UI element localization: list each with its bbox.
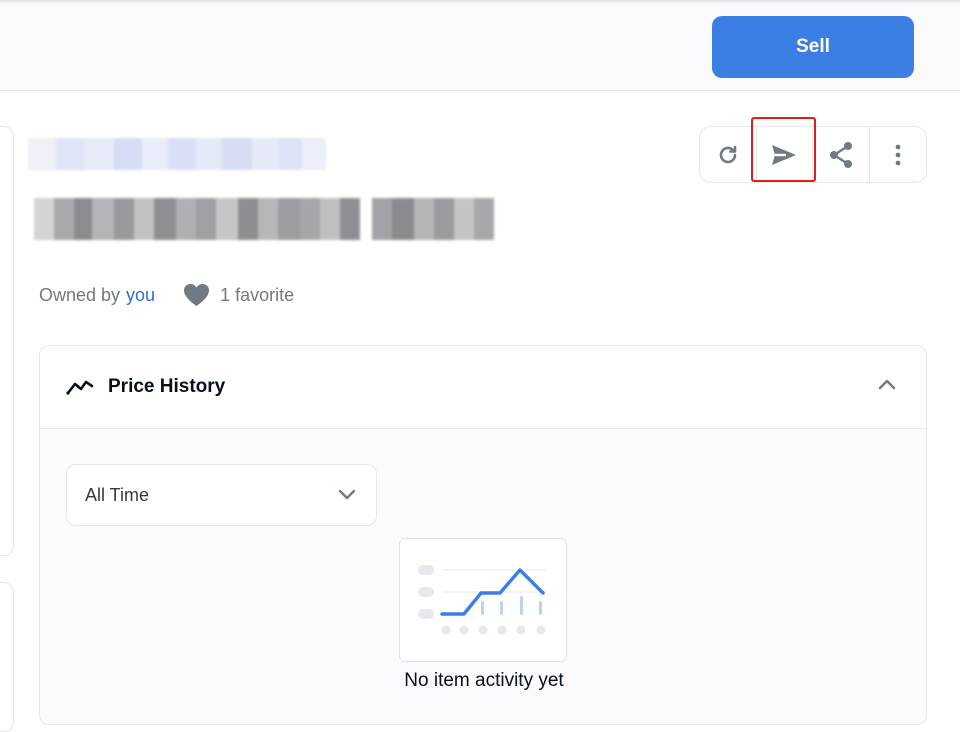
trend-line-icon [66, 380, 94, 395]
chevron-up-icon[interactable] [878, 378, 896, 390]
price-history-panel: Price History All Time No item activity … [39, 345, 927, 725]
owner-row: Owned by you 1 favorite [39, 282, 294, 308]
top-bar: Sell [0, 0, 960, 91]
favorites-count[interactable]: 1 favorite [183, 283, 294, 307]
left-side-panel [0, 126, 14, 556]
more-icon [895, 144, 901, 165]
share-icon [829, 141, 852, 168]
heart-icon [184, 284, 210, 306]
item-title-redacted [34, 198, 494, 240]
time-range-select[interactable]: All Time [66, 464, 377, 526]
refresh-icon [719, 145, 737, 163]
collection-name-redacted [28, 138, 326, 170]
sell-button[interactable]: Sell [712, 16, 914, 78]
empty-chart-illustration [399, 538, 567, 662]
refresh-button[interactable] [700, 127, 757, 182]
price-history-header[interactable]: Price History [40, 346, 926, 429]
price-history-title: Price History [108, 376, 226, 397]
favorites-label: 1 favorite [220, 284, 295, 305]
highlight-annotation-box [751, 117, 816, 182]
no-activity-message: No item activity yet [404, 670, 564, 691]
left-side-panel-lower [0, 582, 14, 732]
time-range-value: All Time [85, 484, 150, 505]
owned-by-label: Owned by [39, 284, 121, 305]
more-options-button[interactable] [870, 127, 927, 182]
share-button[interactable] [813, 127, 870, 182]
owner-link[interactable]: you [126, 285, 155, 306]
empty-chart-icon [418, 565, 546, 635]
chevron-down-icon [338, 489, 356, 500]
